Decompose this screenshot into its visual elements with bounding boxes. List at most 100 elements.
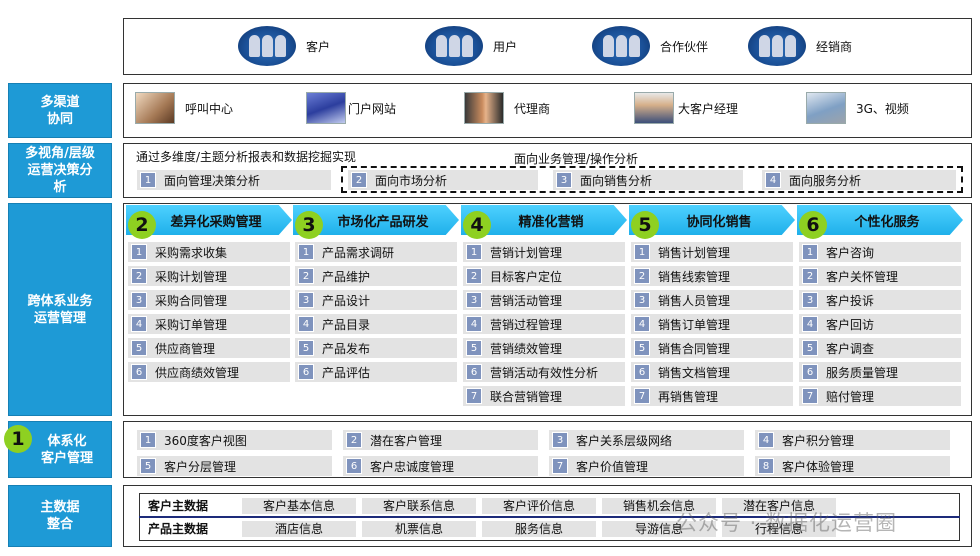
number-badge: 1 xyxy=(140,432,156,448)
number-badge: 4 xyxy=(758,432,774,448)
list-item-label: 营销计划管理 xyxy=(490,245,563,260)
channel-portal: 门户网站 xyxy=(306,92,396,124)
masterdata-key: 产品主数据 xyxy=(148,522,209,536)
list-item-label: 产品目录 xyxy=(322,317,371,332)
masterdata-cell: 客户基本信息 xyxy=(242,497,356,514)
label-multichannel: 多渠道 协同 xyxy=(8,83,112,138)
list-item: 3 销售人员管理 xyxy=(631,290,793,310)
step-circle: 2 xyxy=(128,211,156,239)
number-badge: 4 xyxy=(765,172,781,188)
number-badge: 4 xyxy=(466,316,482,332)
actor-user: 用户 xyxy=(425,26,517,66)
people-icon xyxy=(425,26,483,66)
list-item: 5 客户调查 xyxy=(799,338,961,358)
number-badge: 5 xyxy=(140,458,156,474)
crm-item-label: 客户体验管理 xyxy=(782,459,855,474)
list-item: 1 采购需求收集 xyxy=(128,242,290,262)
list-item-label: 客户咨询 xyxy=(826,245,875,260)
call-center-photo-icon xyxy=(135,92,175,124)
masterdata-cell: 客户评价信息 xyxy=(482,497,596,514)
column-title: 差异化采购管理 xyxy=(170,214,262,230)
list-item: 6 服务质量管理 xyxy=(799,362,961,382)
crm-item: 2 潜在客户管理 xyxy=(343,430,538,450)
list-item: 5 营销绩效管理 xyxy=(463,338,625,358)
number-badge: 3 xyxy=(634,292,650,308)
number-badge: 2 xyxy=(466,268,482,284)
list-item: 1 销售计划管理 xyxy=(631,242,793,262)
people-icon xyxy=(592,26,650,66)
list-item: 4 销售订单管理 xyxy=(631,314,793,334)
number-badge: 1 xyxy=(466,244,482,260)
list-item: 2 采购计划管理 xyxy=(128,266,290,286)
number-badge: 5 xyxy=(466,340,482,356)
list-item: 6 供应商绩效管理 xyxy=(128,362,290,382)
list-item-label: 销售计划管理 xyxy=(658,245,731,260)
number-badge: 6 xyxy=(298,364,314,380)
list-item-label: 产品维护 xyxy=(322,269,371,284)
list-item-label: 产品发布 xyxy=(322,341,371,356)
list-item-label: 销售订单管理 xyxy=(658,317,731,332)
analysis-item: 4 面向服务分析 xyxy=(762,170,956,190)
number-badge: 2 xyxy=(346,432,362,448)
actor-label: 经销商 xyxy=(816,39,853,54)
crm-item-label: 客户忠诚度管理 xyxy=(370,459,455,474)
handshake-icon xyxy=(464,92,504,124)
label-crossbiz: 跨体系业务 运营管理 xyxy=(8,203,112,416)
number-badge: 2 xyxy=(131,268,147,284)
list-item-label: 客户回访 xyxy=(826,317,875,332)
list-item: 5 供应商管理 xyxy=(128,338,290,358)
list-item: 2 目标客户定位 xyxy=(463,266,625,286)
list-item-label: 采购需求收集 xyxy=(155,245,228,260)
number-badge: 3 xyxy=(466,292,482,308)
list-item: 5 产品发布 xyxy=(295,338,457,358)
masterdata-cell: 服务信息 xyxy=(482,520,596,537)
list-item: 4 产品目录 xyxy=(295,314,457,334)
list-item-label: 赔付管理 xyxy=(826,389,875,404)
list-item-label: 营销活动管理 xyxy=(490,293,563,308)
step-circle: 3 xyxy=(295,211,323,239)
crm-item: 5 客户分层管理 xyxy=(137,456,332,476)
list-item-label: 销售合同管理 xyxy=(658,341,731,356)
number-badge: 1 xyxy=(140,172,156,188)
number-badge: 6 xyxy=(131,364,147,380)
number-badge: 5 xyxy=(802,340,818,356)
channel-agent: 代理商 xyxy=(464,92,550,124)
actor-customer: 客户 xyxy=(238,26,330,66)
list-item: 6 销售文档管理 xyxy=(631,362,793,382)
label-multiview: 多视角/层级 运营决策分 析 xyxy=(8,143,112,198)
list-item: 2 产品维护 xyxy=(295,266,457,286)
number-badge: 2 xyxy=(351,172,367,188)
crm-item: 8 客户体验管理 xyxy=(755,456,950,476)
list-item-label: 产品评估 xyxy=(322,365,371,380)
channel-label: 门户网站 xyxy=(348,101,397,116)
watermark: 公众号 · 数据化运营圈 xyxy=(676,511,898,535)
number-badge: 4 xyxy=(298,316,314,332)
list-item: 1 客户咨询 xyxy=(799,242,961,262)
list-item: 4 客户回访 xyxy=(799,314,961,334)
crm-item: 1 360度客户视图 xyxy=(137,430,332,450)
masterdata-cell: 酒店信息 xyxy=(242,520,356,537)
number-badge: 3 xyxy=(802,292,818,308)
channel-3g-video: 3G、视频 xyxy=(806,92,909,124)
column-title: 协同化销售 xyxy=(686,214,752,230)
actor-label: 合作伙伴 xyxy=(660,39,709,54)
list-item-label: 销售人员管理 xyxy=(658,293,731,308)
list-item-label: 目标客户定位 xyxy=(490,269,563,284)
step-circle: 1 xyxy=(4,425,32,453)
column-title: 市场化产品研发 xyxy=(337,214,429,230)
column-title: 精准化营销 xyxy=(518,214,584,230)
number-badge: 1 xyxy=(634,244,650,260)
list-item-label: 联合营销管理 xyxy=(490,389,563,404)
list-item-label: 服务质量管理 xyxy=(826,365,899,380)
channel-label: 呼叫中心 xyxy=(185,101,234,116)
list-item: 6 营销活动有效性分析 xyxy=(463,362,625,382)
list-item: 7 赔付管理 xyxy=(799,386,961,406)
channel-label: 代理商 xyxy=(514,101,551,116)
crm-item: 7 客户价值管理 xyxy=(549,456,744,476)
list-item: 4 采购订单管理 xyxy=(128,314,290,334)
masterdata-key: 客户主数据 xyxy=(148,499,209,513)
analysis-item-label: 面向服务分析 xyxy=(789,173,862,188)
list-item: 3 产品设计 xyxy=(295,290,457,310)
actor-dealer: 经销商 xyxy=(748,26,852,66)
crm-item-label: 客户分层管理 xyxy=(164,459,237,474)
